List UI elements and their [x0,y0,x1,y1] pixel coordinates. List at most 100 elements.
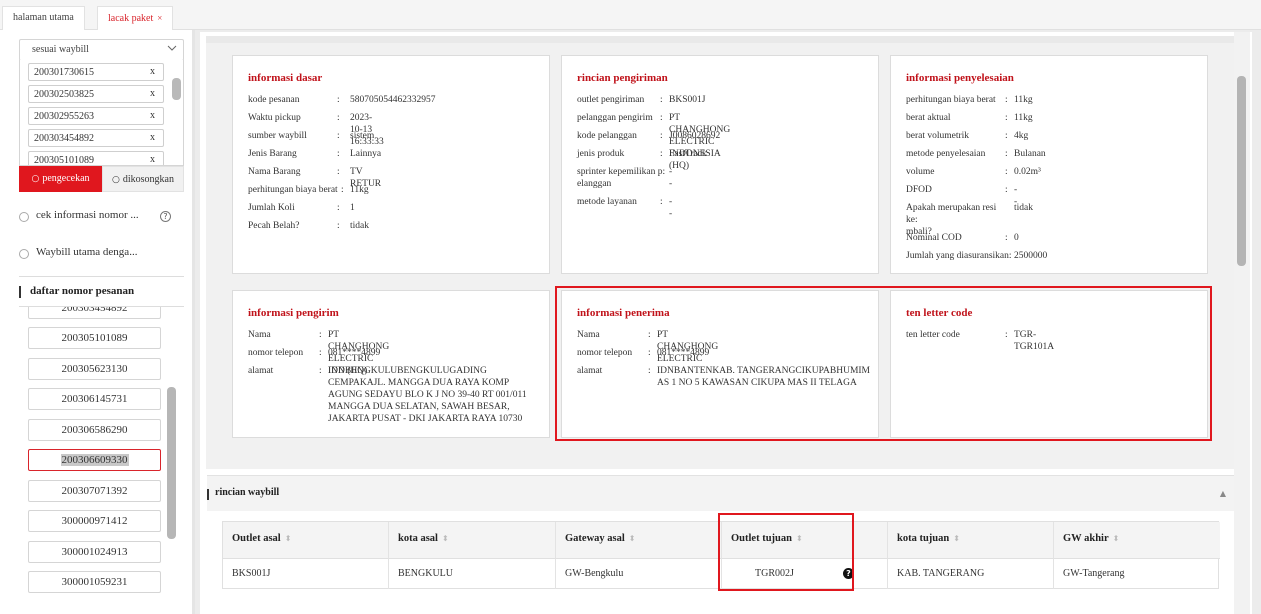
info-value: 580705054462332957 [350,95,436,105]
column-header[interactable]: Gateway asal ⬍ [556,522,722,559]
order-item[interactable]: 300001024913 [28,541,161,563]
remove-icon[interactable]: x [150,110,155,121]
chevron-down-icon [167,45,177,51]
info-value: Lainnya [350,149,382,159]
tab-bar: halaman utama lacak paket × [0,0,1261,30]
info-value: 11kg [1014,95,1033,105]
remove-icon[interactable]: x [150,66,155,77]
column-header[interactable]: GW akhir ⬍ [1054,522,1220,559]
select-value: sesuai waybill [32,44,89,55]
info-value: PT CHANGHONG ELECTRIC INDONESIA (HQ) [669,113,731,171]
info-value: tidak [350,221,369,231]
info-value: 081****4899 [328,348,381,358]
panel-divider[interactable] [192,30,195,614]
info-key: sumber waybill [248,131,307,141]
info-key: volume [906,167,935,177]
info-key: Jumlah yang diasuransikan: [906,251,1012,261]
table-cell: GW-Tangerang [1054,559,1220,589]
highlight-frame [718,513,854,591]
info-key: pelanggan pengirim [577,113,653,123]
order-item[interactable]: 200306145731 [28,388,161,410]
info-key: berat aktual [906,113,951,123]
collapse-icon[interactable]: ▲ [1220,489,1226,498]
info-key: alamat [248,366,274,376]
info-value: tidak [1014,203,1033,213]
order-item[interactable]: 300000971412 [28,510,161,532]
order-number: 200307071392 [61,485,128,497]
sort-icon[interactable]: ⬍ [953,534,960,543]
order-item[interactable]: 200305623130 [28,358,161,380]
search-type-select[interactable]: sesuai waybill [19,39,184,61]
column-title: GW akhir [1063,533,1109,544]
table-cell: BKS001J [223,559,389,589]
info-key: jenis produk [577,149,625,159]
order-item[interactable]: 200307071392 [28,480,161,502]
info-value: 0 [1014,233,1019,243]
column-title: kota tujuan [897,533,950,544]
section-bar [19,286,21,298]
sort-icon[interactable]: ⬍ [629,534,636,543]
order-item[interactable]: 300001059231 [28,571,161,593]
refresh-icon: ○ [112,175,120,185]
tab-label: lacak paket [108,13,154,24]
order-number: 200305101089 [61,332,128,344]
column-header[interactable]: kota tujuan ⬍ [888,522,1054,559]
waybill-input-list[interactable]: 200301730615 x 200302503825 x 200302955263… [19,60,184,166]
radio-label: Waybill utama denga... [36,246,138,258]
info-key: Waktu pickup [248,113,301,123]
order-number: 200303454892 [61,307,128,314]
card-title: informasi penyelesaian [906,72,1014,84]
sort-icon[interactable]: ⬍ [285,534,292,543]
order-number: 300001059231 [61,576,128,588]
info-value: -- [669,197,673,219]
help-icon[interactable]: ? [160,211,171,222]
search-button[interactable]: ○ pengecekan [19,166,102,192]
info-key: Nama Barang [248,167,301,177]
radio-cek-informasi[interactable]: cek informasi nomor ... ? [19,209,189,225]
order-item[interactable]: 200305101089 [28,327,161,349]
column-header[interactable]: Outlet asal ⬍ [223,522,389,559]
info-value: 0.02m³ [1014,167,1041,177]
waybill-section-header[interactable]: rincian waybill ▲ [207,475,1234,511]
info-key: Nominal COD [906,233,962,243]
waybill-tag-text: 200301730615 [34,67,94,78]
order-item[interactable]: 200303454892 [28,307,161,319]
info-value: Bulanan [1014,149,1046,159]
waybill-tag-text: 200302955263 [34,111,94,122]
radio-icon[interactable] [19,249,29,259]
info-key: DFOD [906,185,932,195]
info-value: 11kg [1014,113,1033,123]
scrollbar-thumb[interactable] [1237,76,1246,266]
remove-icon[interactable]: x [150,132,155,143]
order-number: 200306609330 [60,454,129,466]
info-value: sistem [350,131,375,141]
clear-button[interactable]: ○ dikosongkan [102,166,184,192]
waybill-tag: 200303454892 x [28,129,164,147]
remove-icon[interactable]: x [150,88,155,99]
sort-icon[interactable]: ⬍ [1113,534,1120,543]
info-key: outlet pengiriman [577,95,645,105]
tab-lacak-paket[interactable]: lacak paket × [97,6,174,30]
radio-icon[interactable] [19,212,29,222]
waybill-tag: 200301730615 x [28,63,164,81]
order-item[interactable]: 200306586290 [28,419,161,441]
order-item-active[interactable]: 200306609330 [28,449,161,471]
info-key: Nama [248,330,271,340]
scrollbar-thumb[interactable] [167,387,176,539]
order-list-header: daftar nomor pesanan [19,276,184,307]
tab-halaman-utama[interactable]: halaman utama [2,6,85,30]
scrollbar-thumb[interactable] [172,78,181,100]
info-value: 4kg [1014,131,1029,141]
tab-label: halaman utama [13,12,74,23]
info-value: 1 [350,203,355,213]
sort-icon[interactable]: ⬍ [442,534,449,543]
cell-text: GW-Bengkulu [565,568,624,579]
column-header[interactable]: kota asal ⬍ [389,522,556,559]
column-title: Gateway asal [565,533,625,544]
close-icon[interactable]: × [157,13,162,23]
waybill-tag-text: 200303454892 [34,133,94,144]
radio-waybill-utama[interactable]: Waybill utama denga... [19,246,189,262]
remove-icon[interactable]: x [150,154,155,165]
info-key: metode layanan [577,197,637,207]
info-key: kode pelanggan [577,131,637,141]
